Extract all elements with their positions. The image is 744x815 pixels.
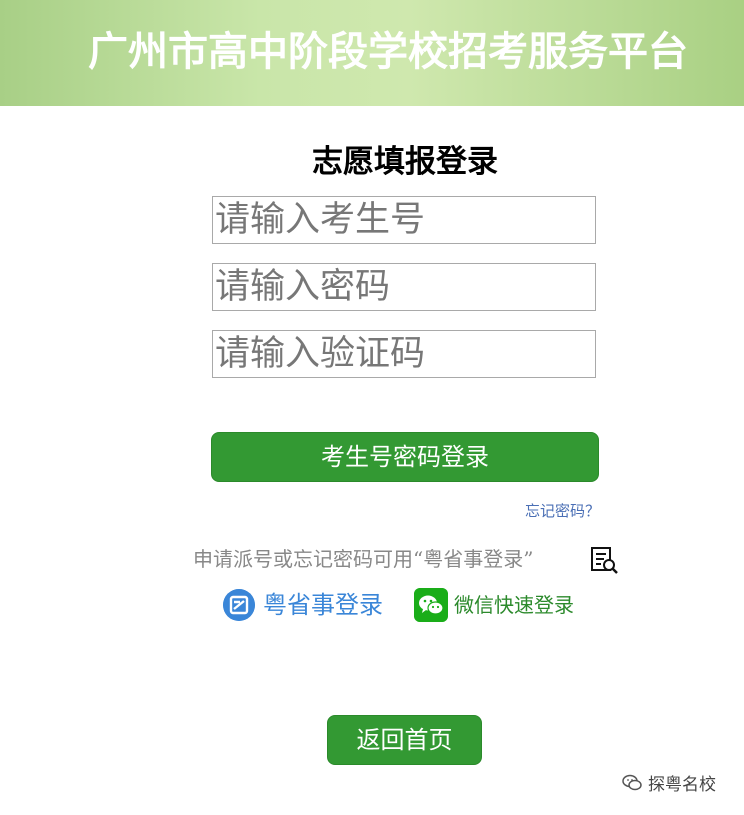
watermark: 探粤名校 xyxy=(620,770,716,795)
forgot-password-link[interactable]: 忘记密码？ xyxy=(500,500,600,522)
wechat-login-button[interactable]: 微信快速登录 xyxy=(414,588,574,622)
yss-login-button[interactable]: 粤省事登录 xyxy=(223,588,383,622)
yss-app-icon xyxy=(223,589,255,621)
header-banner: 广州市高中阶段学校招考服务平台 xyxy=(0,0,744,106)
back-home-button[interactable]: 返回首页 xyxy=(327,715,482,765)
wechat-icon xyxy=(414,588,448,622)
page-title: 广州市高中阶段学校招考服务平台 xyxy=(88,29,688,75)
login-hint-text: 申请派号或忘记密码可用“粤省事登录” xyxy=(193,547,534,571)
yss-login-label: 粤省事登录 xyxy=(263,591,383,619)
login-page: 广州市高中阶段学校招考服务平台 志愿填报登录 考生号密码登录 忘记密码？ 申请派… xyxy=(0,0,744,815)
login-form-title: 志愿填报登录 xyxy=(312,144,498,180)
exam-id-input[interactable] xyxy=(212,196,596,244)
document-search-icon[interactable] xyxy=(589,545,619,575)
watermark-text: 探粤名校 xyxy=(648,775,716,795)
exam-id-login-button[interactable]: 考生号密码登录 xyxy=(211,432,599,482)
captcha-input[interactable] xyxy=(212,330,596,378)
password-input[interactable] xyxy=(212,263,596,311)
wechat-login-label: 微信快速登录 xyxy=(454,593,574,617)
wechat-outline-icon xyxy=(622,774,642,790)
